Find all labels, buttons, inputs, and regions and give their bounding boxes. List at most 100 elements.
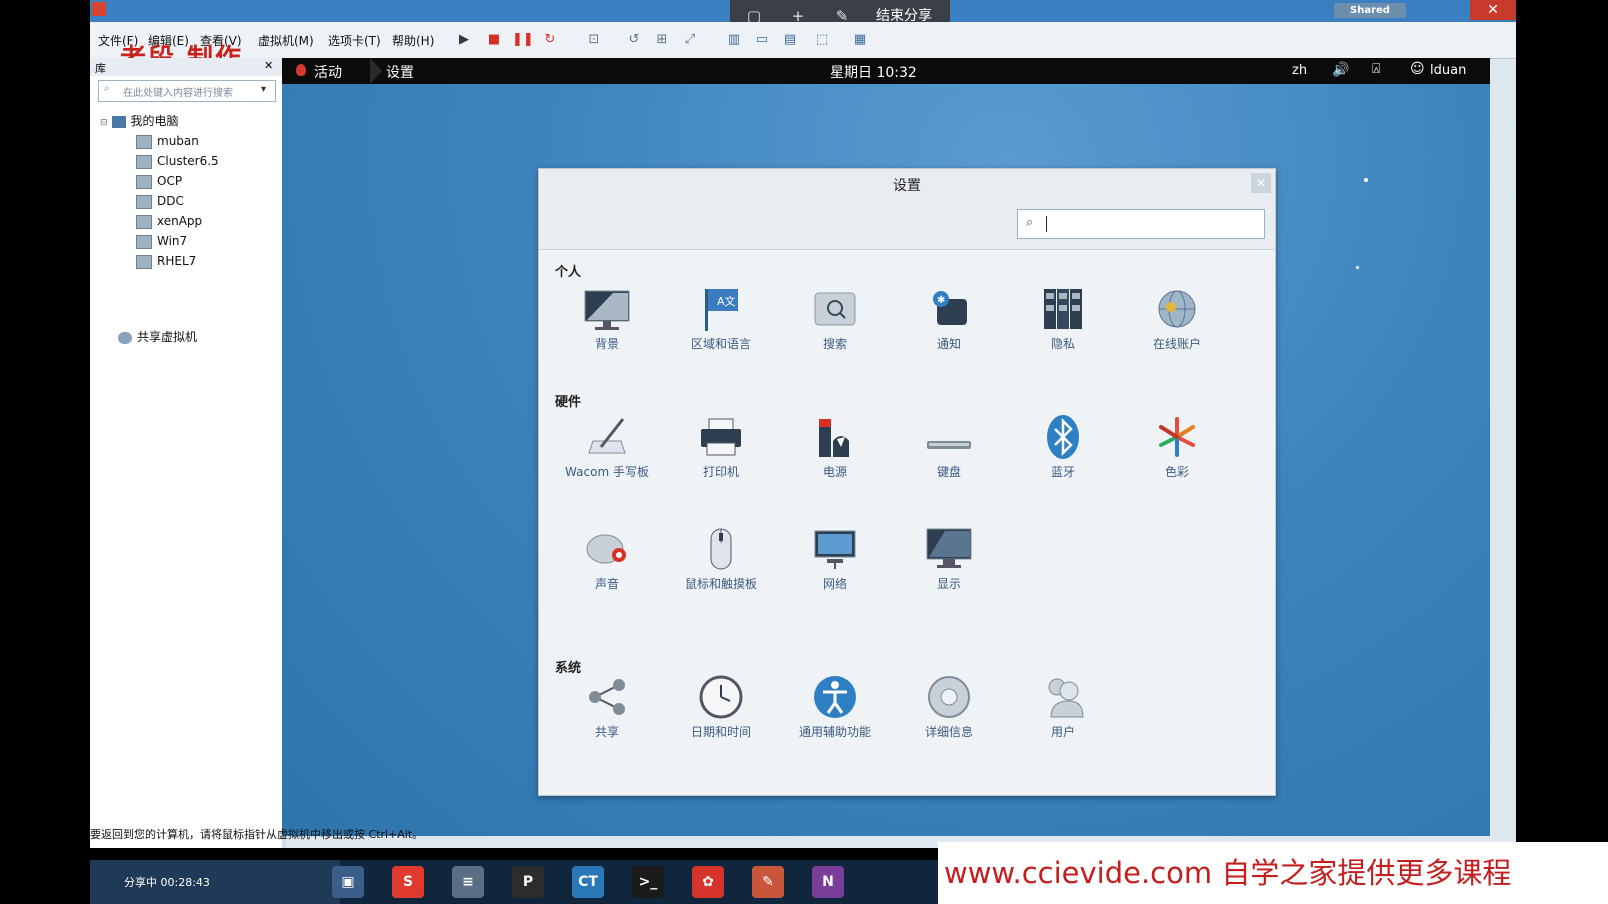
status-bar: 要返回到您的计算机，请将鼠标指针从虚拟机中移出或按 Ctrl+Alt。 [90,828,424,841]
share-status-text: 分享中 00:28:43 [124,876,210,889]
library-search-input[interactable]: ⌕ 在此处键入内容进行搜索 ▾ [98,80,276,102]
sharing-icon [583,673,631,721]
vm-icon [136,254,152,269]
panel-bluetooth[interactable]: 蓝牙 [1005,413,1121,481]
tree-vm-item[interactable]: DDC [136,194,184,209]
menu-tabs[interactable]: 选项卡(T) [328,32,381,49]
panel-users[interactable]: 用户 [1005,673,1121,741]
close-icon[interactable]: ✕ [1251,173,1271,193]
manage-snapshots-icon[interactable]: ⊞ [652,30,672,50]
clock[interactable]: 星期日 10:32 [830,62,917,82]
panel-printers[interactable]: 打印机 [663,413,779,481]
cmd-icon[interactable]: >_ [632,866,664,898]
tree-vm-item[interactable]: Win7 [136,234,187,249]
onenote-icon[interactable]: N [812,866,844,898]
panel-display[interactable]: 显示 [891,525,1007,593]
user-menu[interactable]: lduan [1430,63,1466,78]
panel-label: 隐私 [1050,337,1075,351]
panel-label: 背景 [594,337,619,351]
panel-label: 键盘 [936,465,961,479]
library-panel: 库 ✕ ⌕ 在此处键入内容进行搜索 ▾ ⊟ 我的电脑 共享虚拟机 muban Clu… [90,58,286,848]
thumbnail-icon[interactable]: ▤ [780,30,800,50]
bluetooth-icon [1039,413,1087,461]
share-status[interactable]: 分享中 00:28:43 [90,860,340,904]
panel-label: 在线账户 [1152,337,1201,351]
input-language-indicator[interactable]: zh [1292,63,1307,78]
database-icon[interactable]: ≡ [452,866,484,898]
tree-vm-item[interactable]: muban [136,134,199,149]
panel-accessibility[interactable]: 通用辅助功能 [777,673,893,741]
paint-icon[interactable]: ✎ [752,866,784,898]
privacy-icon [1039,285,1087,333]
huawei-icon[interactable]: ✿ [692,866,724,898]
tree-root-my-computer[interactable]: ⊟ 我的电脑 [100,112,179,129]
chevron-down-icon[interactable]: ▾ [261,84,266,95]
panel-wacom[interactable]: Wacom 手写板 [549,413,665,481]
panel-sound[interactable]: 声音 [549,525,665,593]
panel-notifications[interactable]: ✱ 通知 [891,285,1007,353]
volume-icon[interactable]: 🔊 [1332,62,1349,78]
panel-label: 通用辅助功能 [798,725,871,739]
app-menu-button[interactable]: 设置 [386,62,414,82]
printer-icon [697,413,745,461]
online-accounts-icon [1153,285,1201,333]
panel-color[interactable]: 色彩 [1119,413,1235,481]
library-close-button[interactable]: ✕ [264,59,273,72]
network-icon[interactable]: ⍓ [1372,61,1380,77]
collapse-icon[interactable]: ⊟ [100,118,108,128]
ct-icon[interactable]: CT [572,866,604,898]
panel-sharing[interactable]: 共享 [549,673,665,741]
panel-mouse[interactable]: 鼠标和触摸板 [663,525,779,593]
vm-icon [136,214,152,229]
panel-label: 详细信息 [924,725,973,739]
panel-details[interactable]: 详细信息 [891,673,1007,741]
stop-icon[interactable]: ■ [484,30,504,50]
tree-shared-vms[interactable]: 共享虚拟机 [118,328,197,345]
activities-button[interactable]: 活动 [314,62,342,82]
settings-search-input[interactable]: ⌕ [1017,209,1265,239]
menu-vm[interactable]: 虚拟机(M) [258,32,314,49]
tree-vm-label: Cluster6.5 [157,154,219,168]
panel-privacy[interactable]: 隐私 [1005,285,1121,353]
console-view-icon[interactable]: ▭ [752,30,772,50]
menu-help[interactable]: 帮助(H) [392,32,434,49]
background-icon [583,285,631,333]
panel-label: 网络 [822,577,847,591]
stretch-icon[interactable]: ⬚ [812,30,832,50]
putty-icon[interactable]: P [512,866,544,898]
panel-search[interactable]: 搜索 [777,285,893,353]
panel-online-accounts[interactable]: 在线账户 [1119,285,1235,353]
panel-date-time[interactable]: 日期和时间 [663,673,779,741]
reset-icon[interactable]: ↻ [540,30,560,50]
panel-network[interactable]: 网络 [777,525,893,593]
tree-vm-label: OCP [157,174,183,188]
snapshot-icon[interactable]: ⊡ [584,30,604,50]
suspend-icon[interactable]: ❚❚ [512,30,534,50]
tree-vm-item[interactable]: RHEL7 [136,254,196,269]
settings-header: 设置 ✕ ⌕ [539,169,1275,250]
user-icon[interactable]: ☺ [1410,61,1425,77]
play-icon[interactable]: ▶ [454,30,474,50]
library-icon[interactable]: ▦ [850,30,870,50]
revert-icon[interactable]: ↺ [624,30,644,50]
tree-vm-item[interactable]: xenApp [136,214,202,229]
panel-label: 色彩 [1164,465,1189,479]
tree-vm-item[interactable]: Cluster6.5 [136,154,219,169]
search-settings-icon [811,285,859,333]
settings-title: 设置 [893,178,921,194]
sparkle [1364,178,1368,182]
vmware-icon[interactable]: ▣ [332,866,364,898]
tree-vm-item[interactable]: OCP [136,174,182,189]
keyboard-icon [925,413,973,461]
panel-region-language[interactable]: A文 区域和语言 [663,285,779,353]
panel-background[interactable]: 背景 [549,285,665,353]
date-time-icon [697,673,745,721]
accessibility-icon [811,673,859,721]
panel-power[interactable]: 电源 [777,413,893,481]
unity-icon[interactable]: ▥ [724,30,744,50]
section-personal: 个人 [555,265,582,280]
panel-keyboard[interactable]: 键盘 [891,413,1007,481]
sogou-icon[interactable]: S [392,866,424,898]
fullscreen-icon[interactable]: ⤢ [680,30,700,50]
close-button[interactable]: ✕ [1470,0,1516,20]
